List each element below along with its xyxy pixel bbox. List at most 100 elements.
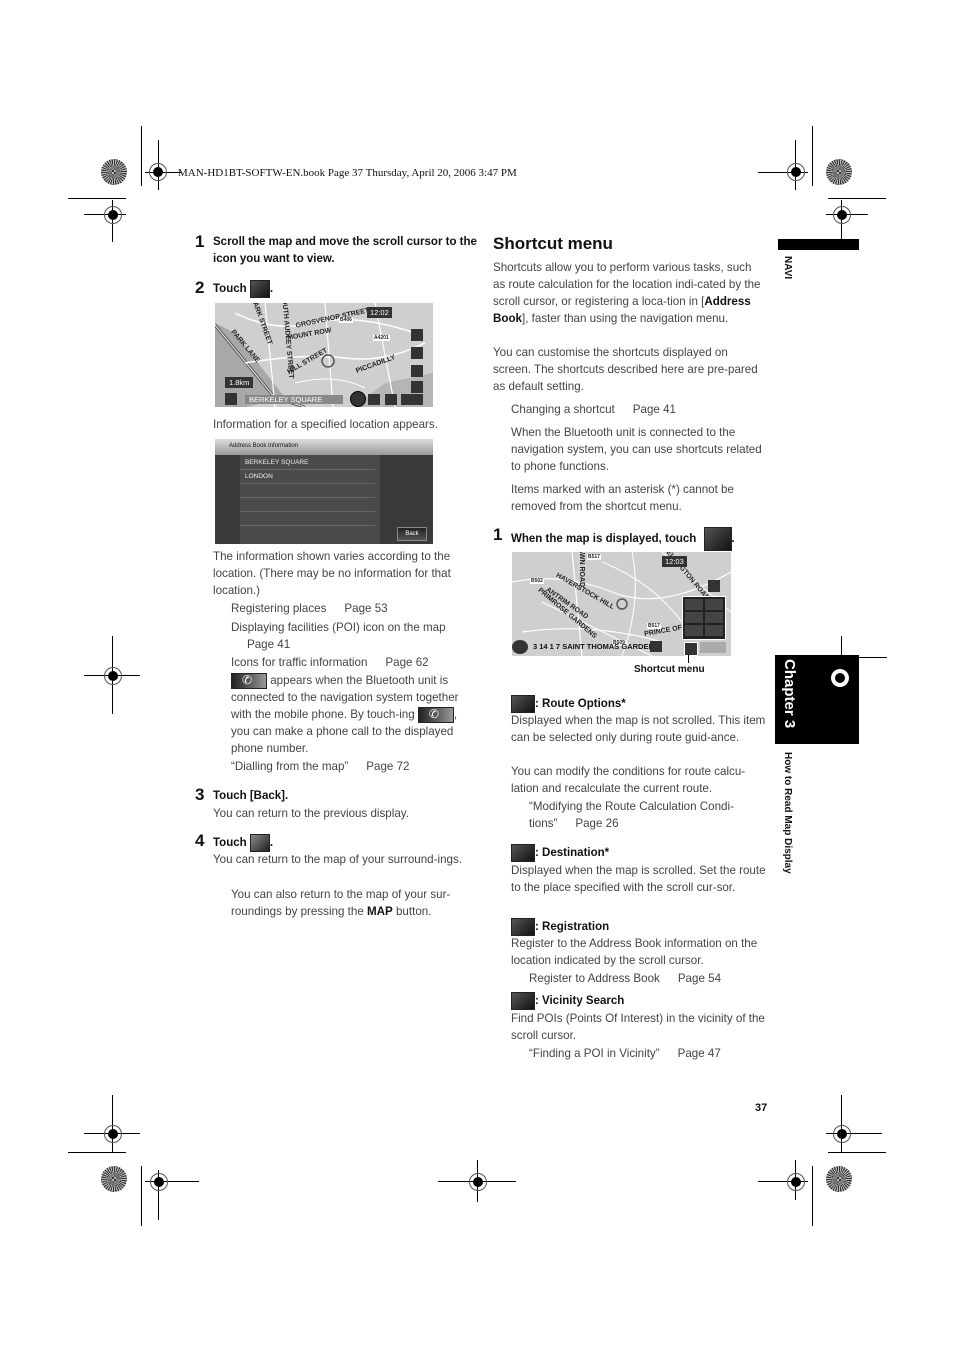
zoom-in-icon[interactable] xyxy=(411,381,423,393)
item-body: Find POIs (Points Of Interest) in the vi… xyxy=(511,1012,765,1042)
ref-text: “Finding a POI in Vicinity” xyxy=(529,1047,660,1060)
registration-icon[interactable] xyxy=(685,599,703,610)
registration-icon[interactable] xyxy=(705,625,723,636)
ref-page: Page 54 xyxy=(677,972,722,985)
section-tab-bar xyxy=(778,239,859,250)
ref-page: Page 26 xyxy=(575,817,619,830)
road-code: B517 xyxy=(647,623,661,629)
info-varies-text: The information shown varies according t… xyxy=(213,550,451,597)
north-arrow-icon[interactable] xyxy=(411,347,423,359)
chapter-tab: Chapter 3 xyxy=(775,655,859,744)
info-row: LONDON xyxy=(245,473,273,480)
map-arrow-icon[interactable] xyxy=(708,580,720,592)
scale-button[interactable] xyxy=(401,394,423,405)
shortcut-step-1: 1 xyxy=(493,525,502,545)
item-route-options: : Route Options* xyxy=(511,695,626,713)
clock-display: 12:02 xyxy=(367,307,392,318)
caption-location-info: Information for a specified location app… xyxy=(213,418,438,431)
road-code: B406 xyxy=(339,317,353,323)
map-arrow-icon[interactable] xyxy=(411,329,423,341)
section-label: NAVI xyxy=(782,256,793,280)
item-body: You can modify the conditions for route … xyxy=(511,765,746,795)
destination-flag-icon[interactable] xyxy=(685,625,703,636)
shortcut-menu-panel xyxy=(682,596,726,640)
info-icon[interactable] xyxy=(685,612,703,623)
ref-changing-shortcut[interactable]: Changing a shortcut Page 41 xyxy=(511,401,676,418)
back-button[interactable]: Back xyxy=(397,527,427,541)
shortcut-icon[interactable] xyxy=(385,394,397,405)
address-book-screenshot: Address Book Information BERKELEY SQUARE… xyxy=(215,439,433,544)
play-icon[interactable] xyxy=(650,641,662,652)
step-3-body: You can return to the previous display. xyxy=(213,807,409,820)
ref-displaying-poi[interactable]: Displaying facilities (POI) icon on the … xyxy=(231,619,476,653)
step-number: 4 xyxy=(195,831,205,850)
ref-register-address[interactable]: Register to Address Book Page 54 xyxy=(529,970,721,987)
screen-title-bar: Address Book Information xyxy=(215,439,433,455)
print-header: MAN-HD1BT-SOFTW-EN.book Page 37 Thursday… xyxy=(178,167,517,179)
ref-registering-places[interactable]: Registering places Page 53 xyxy=(231,600,388,617)
step-4-body: You can return to the map of your surrou… xyxy=(213,853,462,866)
intro-text-2: You can customise the shortcuts displaye… xyxy=(493,346,758,393)
step-2-text: Touch . xyxy=(213,280,273,298)
ref-dialling[interactable]: “Dialling from the map” Page 72 xyxy=(231,758,409,775)
phone-note: appears when the Bluetooth unit is conne… xyxy=(231,672,471,757)
item-registration: : Registration xyxy=(511,918,609,936)
map-screenshot-1: PARK STREET SOUTH AUDLEY STREET GROSVENO… xyxy=(215,303,433,407)
ref-route-calc[interactable]: “Modifying the Route Calculation Condi-t… xyxy=(529,798,764,832)
location-name: 3 14 1 7 SAINT THOMAS GARDENS xyxy=(533,642,659,651)
scale-button[interactable] xyxy=(700,642,726,653)
item-title: : Destination* xyxy=(535,847,610,860)
ref-text: “Dialling from the map” xyxy=(231,760,349,773)
registration-mark-icon xyxy=(787,1173,805,1191)
ref-traffic-icons[interactable]: Icons for traffic information Page 62 xyxy=(231,654,429,671)
registration-mark-icon xyxy=(104,1125,122,1143)
zoom-out-icon[interactable] xyxy=(411,365,423,377)
page-number: 37 xyxy=(755,1102,768,1114)
phone-icon xyxy=(417,706,454,723)
item-body: Displayed when the map is not scrolled. … xyxy=(511,714,766,744)
item-body: Register to the Address Book information… xyxy=(511,937,758,967)
registration-icon xyxy=(511,918,535,936)
map-button-label: MAP xyxy=(367,905,393,918)
close-icon[interactable] xyxy=(684,642,698,656)
shortcut-menu-caption: Shortcut menu xyxy=(634,664,705,675)
intro-part: ], faster than using the navigation menu… xyxy=(521,312,729,325)
clock-display: 12:03 xyxy=(662,556,687,567)
map-arrow-icon xyxy=(249,834,270,852)
step-2-label: Touch xyxy=(213,283,247,296)
info-icon[interactable] xyxy=(350,391,366,407)
step-3: 3 xyxy=(195,785,204,805)
color-target-icon xyxy=(101,159,127,185)
route-options-icon xyxy=(511,695,535,713)
registration-mark-icon xyxy=(787,163,805,181)
registration-mark-icon xyxy=(833,206,851,224)
step-number: 3 xyxy=(195,785,205,804)
registration-mark-icon xyxy=(831,669,849,687)
vicinity-search-icon[interactable] xyxy=(705,612,723,623)
phone-icon xyxy=(231,672,267,689)
step-4-note: You can also return to the map of your s… xyxy=(231,886,476,920)
step-2: 2 xyxy=(195,278,204,298)
destination-flag-icon xyxy=(511,844,535,862)
chapter-label: Chapter 3 xyxy=(781,659,798,729)
info-list: BERKELEY SQUARE LONDON xyxy=(240,455,380,544)
step-4-label: Touch xyxy=(213,837,247,850)
registration-mark-icon xyxy=(104,667,122,685)
step-label: When the map is displayed, touch xyxy=(511,533,697,546)
note-text: button. xyxy=(392,905,432,918)
step-4-text: Touch . xyxy=(213,834,273,852)
ref-text: Registering places xyxy=(231,602,327,615)
info-icon xyxy=(249,280,270,298)
volume-icon[interactable] xyxy=(368,394,380,405)
registration-mark-icon xyxy=(104,206,122,224)
screen-title: Address Book Information xyxy=(229,443,299,449)
step-1-text: Scroll the map and move the scroll curso… xyxy=(213,236,477,265)
asterisk-note: Items marked with an asterisk (*) cannot… xyxy=(511,483,734,513)
phone-icon[interactable] xyxy=(705,599,723,610)
ref-finding-poi[interactable]: “Finding a POI in Vicinity” Page 47 xyxy=(529,1045,721,1062)
step-number: 2 xyxy=(195,278,205,297)
road-code: B502 xyxy=(530,578,544,584)
item-vicinity-search: : Vicinity Search xyxy=(511,992,624,1010)
item-destination: : Destination* xyxy=(511,844,609,862)
color-target-icon xyxy=(826,1166,852,1192)
